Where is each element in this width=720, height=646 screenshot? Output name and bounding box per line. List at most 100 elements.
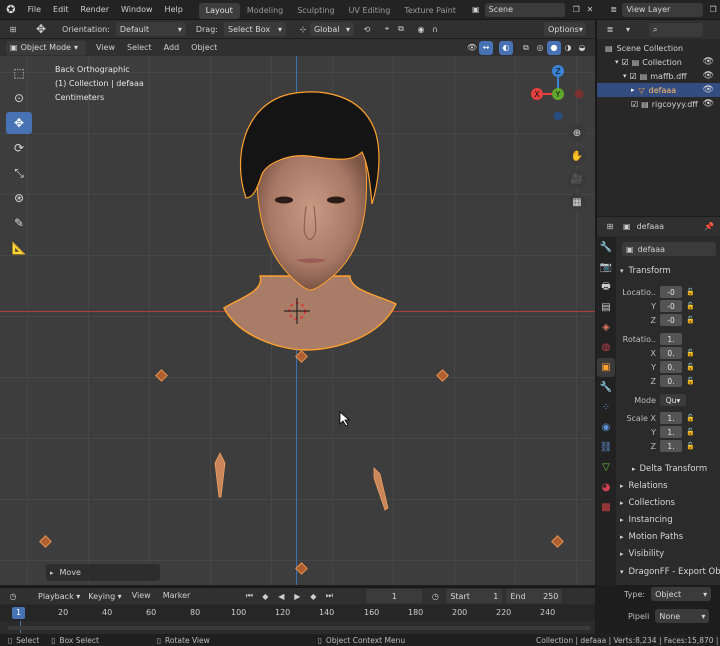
outliner-search-input[interactable]: ⌕ [649, 22, 703, 37]
timeline-ruler[interactable]: 1 20 40 60 80 100 120 140 160 180 200 22… [0, 605, 595, 621]
checkbox-icon[interactable]: ☑ [631, 100, 638, 109]
falloff-icon[interactable]: ∩ [428, 22, 442, 36]
copy-view-layer-icon[interactable]: ❐ [706, 3, 720, 17]
rig-bone-right-arm[interactable] [368, 466, 394, 512]
dragonff-export-section[interactable]: ▾ DragonFF - Export Obj [620, 564, 720, 580]
wireframe-shading-icon[interactable]: ◎ [533, 41, 547, 55]
object-name-field[interactable]: ▣ defaaa [622, 242, 716, 256]
outliner-editor-icon[interactable]: ≣ [603, 23, 617, 37]
expand-arrow-icon[interactable]: ▾ [615, 58, 619, 66]
lock-icon[interactable]: 🔓 [686, 377, 695, 385]
annotate-tool-icon[interactable]: ✎ [6, 212, 32, 234]
timeline-menu-marker[interactable]: Marker [157, 588, 197, 604]
properties-editor-icon[interactable]: ⊞ [603, 220, 617, 234]
head-model[interactable] [210, 86, 410, 356]
visibility-icon[interactable]: 👁 [465, 41, 479, 55]
jump-start-icon[interactable]: ⏮ [242, 589, 256, 603]
transform-orientation-dropdown[interactable]: Global ▾ [309, 22, 354, 36]
rotate-tool-icon[interactable]: ⟳ [6, 137, 32, 159]
motion-paths-section[interactable]: ▸ Motion Paths [620, 529, 720, 545]
expand-arrow-icon[interactable]: ▾ [623, 72, 627, 80]
outliner-item-rigcoyyy[interactable]: ☑ ▤ rigcoyyy.dff 👁 [597, 97, 720, 111]
timeline-menu-view[interactable]: View [126, 588, 157, 604]
snap-icon[interactable]: ⌖ [380, 22, 394, 36]
rig-bone-left-arm[interactable] [210, 451, 230, 501]
lock-icon[interactable]: 🔓 [686, 414, 695, 422]
workspace-tab-texture-paint[interactable]: Texture Paint [397, 3, 463, 19]
scene-selector[interactable]: Scene [484, 2, 566, 17]
constraints-tab-icon[interactable]: ⛓ [597, 438, 615, 457]
timeline-scrollbar[interactable] [8, 626, 591, 630]
camera-view-icon[interactable]: 🎥 [568, 170, 586, 188]
orientation-dropdown[interactable]: Default ▾ [115, 22, 186, 36]
menu-help[interactable]: Help [159, 0, 189, 20]
scale-y-field[interactable]: 1. [660, 426, 682, 438]
transform-orientation-icon[interactable]: ⊹ [296, 22, 310, 36]
viewport-menu-object[interactable]: Object [185, 39, 223, 56]
measure-tool-icon[interactable]: 📐 [6, 237, 32, 259]
overlay-toggle-icon[interactable]: ◐ [499, 40, 513, 55]
view-layer-icon[interactable]: ≣ [607, 3, 621, 17]
scene-tab-icon[interactable]: ◈ [597, 318, 615, 337]
playback-dropdown[interactable]: Playback ▾ [34, 589, 84, 603]
scale-tool-icon[interactable]: ⤡ [6, 162, 32, 184]
current-frame-field[interactable]: 1 [366, 589, 423, 603]
menu-window[interactable]: Window [115, 0, 159, 20]
menu-edit[interactable]: Edit [47, 0, 75, 20]
drag-dropdown[interactable]: Select Box ▾ [223, 22, 286, 36]
navigation-gizmo[interactable]: Z X Y [526, 62, 590, 126]
location-y-field[interactable]: -0 [660, 300, 682, 312]
select-tool-icon[interactable]: ⬚ [6, 62, 32, 84]
lock-icon[interactable]: 🔓 [686, 442, 695, 450]
pan-hand-icon[interactable]: ✋ [568, 147, 586, 165]
rotation-mode-dropdown[interactable]: Qu ▾ [660, 394, 686, 406]
delta-transform-header[interactable]: ▸ Delta Transform [632, 461, 720, 477]
blender-logo-icon[interactable]: ✪ [0, 3, 22, 16]
xray-icon[interactable]: ⧉ [519, 41, 533, 55]
viewport-menu-view[interactable]: View [90, 39, 121, 56]
expand-arrow-icon[interactable]: ▸ [631, 86, 635, 94]
3d-cursor-icon[interactable] [284, 298, 310, 324]
solid-shading-icon[interactable]: ● [547, 40, 561, 55]
workspace-tab-layout[interactable]: Layout [198, 2, 240, 19]
mode-dropdown[interactable]: ▣ Object Mode ▾ [6, 40, 86, 55]
rendered-shading-icon[interactable]: ◒ [575, 41, 589, 55]
eye-icon[interactable]: 👁 [703, 85, 714, 95]
checkbox-icon[interactable]: ☑ [630, 72, 637, 81]
location-x-field[interactable]: -0 [660, 286, 682, 298]
eye-icon[interactable]: 👁 [703, 99, 714, 109]
last-operation-panel[interactable]: ▸ Move [46, 564, 160, 581]
outliner-item-maffb[interactable]: ▾ ☑ ▤ maffb.dff 👁 [597, 69, 720, 83]
workspace-tab-modeling[interactable]: Modeling [240, 3, 290, 19]
physics-tab-icon[interactable]: ◉ [597, 418, 615, 437]
rotation-y-field[interactable]: 0. [660, 361, 682, 373]
output-tab-icon[interactable]: 🖶 [597, 278, 615, 297]
collections-section[interactable]: ▸ Collections [620, 495, 720, 511]
particles-tab-icon[interactable]: ⁘ [597, 398, 615, 417]
outliner-item-collection[interactable]: ▾ ☑ ▤ Collection 👁 [597, 55, 720, 69]
eye-icon[interactable]: 👁 [703, 57, 714, 67]
transform-tool-icon[interactable]: ⊛ [6, 187, 32, 209]
start-frame-field[interactable]: Start 1 [446, 589, 503, 603]
outliner-item-defaaa[interactable]: ▸ ▽ defaaa 👁 [597, 83, 720, 97]
workspace-tab-uv-editing[interactable]: UV Editing [342, 3, 398, 19]
delete-scene-icon[interactable]: ✕ [583, 3, 597, 17]
scale-x-field[interactable]: 1. [660, 412, 682, 424]
pipeline-dropdown[interactable]: None ▾ [655, 609, 710, 623]
copy-scene-icon[interactable]: ❐ [569, 3, 583, 17]
material-tab-icon[interactable]: ◕ [597, 478, 615, 497]
preview-range-icon[interactable]: ◷ [428, 589, 442, 603]
filter-icon[interactable]: ▾ [621, 23, 635, 37]
lock-icon[interactable]: 🔓 [686, 349, 695, 357]
rotation-x-field[interactable]: 0. [660, 347, 682, 359]
rotation-w-field[interactable]: 1. [660, 333, 682, 345]
view-layer-tab-icon[interactable]: ▤ [597, 298, 615, 317]
lock-icon[interactable]: 🔓 [686, 288, 695, 296]
jump-end-icon[interactable]: ⏭ [322, 589, 336, 603]
lock-icon[interactable]: 🔓 [686, 428, 695, 436]
play-icon[interactable]: ▶ [290, 589, 304, 603]
editor-type-icon[interactable]: ⊞ [6, 22, 20, 36]
object-tab-icon[interactable]: ▣ [597, 358, 615, 377]
checkbox-icon[interactable]: ☑ [622, 58, 629, 67]
texture-tab-icon[interactable]: ▩ [597, 498, 615, 517]
